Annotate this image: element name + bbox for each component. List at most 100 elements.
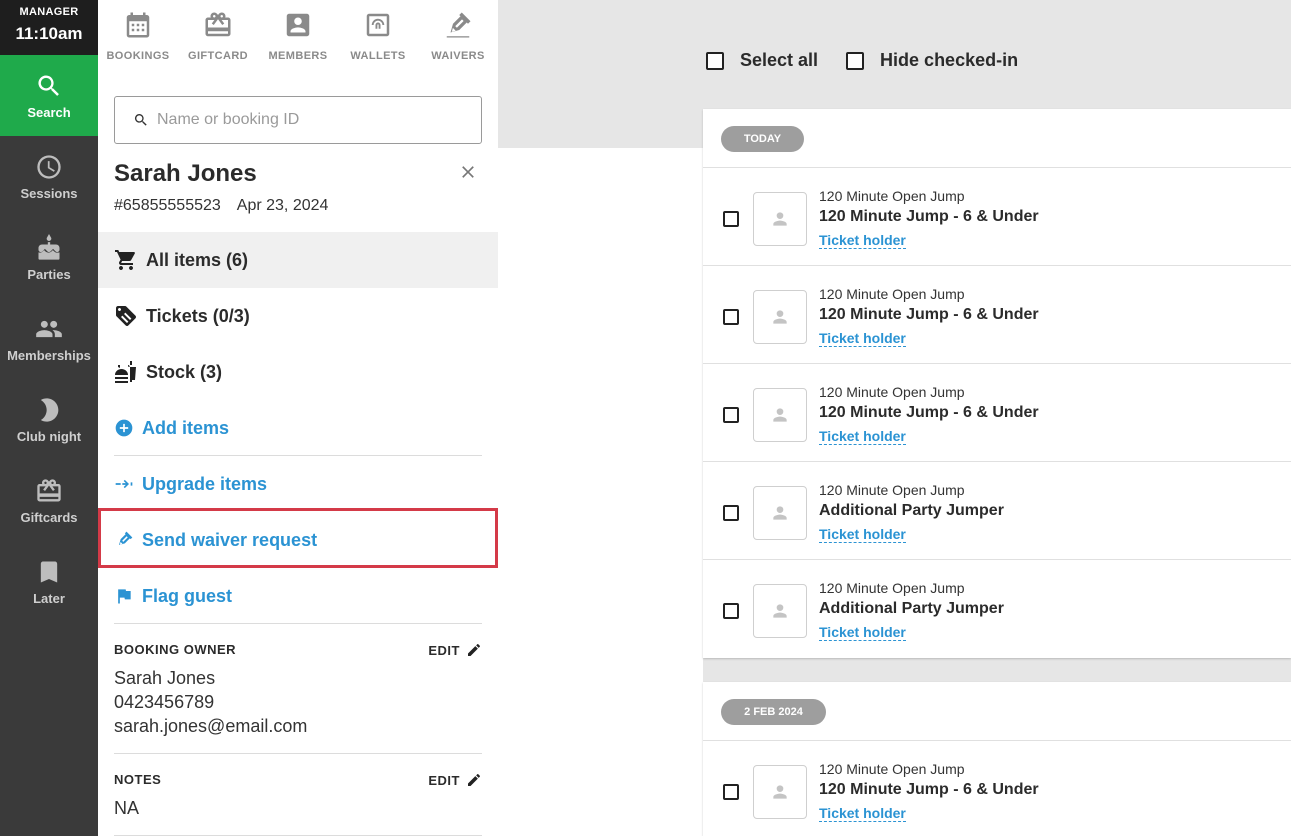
pencil-icon	[468, 644, 480, 656]
pen-icon	[119, 531, 133, 545]
ticket-row-checkbox[interactable]	[723, 309, 739, 325]
ticket-row-checkbox[interactable]	[723, 603, 739, 619]
add-items-button[interactable]: Add items	[114, 400, 482, 456]
send-waiver-request-button[interactable]: Send waiver request	[114, 512, 482, 568]
clock-icon	[37, 154, 61, 179]
ticket-row-checkbox[interactable]	[723, 505, 739, 521]
booking-panel: BOOKINGS GIFTCARD MEMBERS WALLETS WAIVER…	[98, 0, 498, 836]
category-tickets[interactable]: Tickets (0/3)	[98, 288, 498, 344]
nav-item-parties[interactable]: Parties	[0, 217, 98, 298]
ticket-row-checkbox[interactable]	[723, 211, 739, 227]
nav-item-label: Parties	[27, 266, 71, 282]
avatar[interactable]	[753, 486, 807, 540]
nav-item-sessions[interactable]: Sessions	[0, 136, 98, 217]
divider	[114, 753, 482, 754]
ticket-row-checkbox[interactable]	[723, 784, 739, 800]
ticket-icon	[116, 306, 136, 326]
hide-checked-in-checkbox[interactable]: Hide checked-in	[846, 50, 1018, 71]
tab-label: WALLETS	[350, 50, 406, 62]
avatar[interactable]	[753, 388, 807, 442]
person-icon	[773, 604, 787, 618]
ticket-holder-link[interactable]: Ticket holder	[819, 232, 906, 249]
select-all-checkbox[interactable]: Select all	[706, 50, 818, 71]
checkbox-label: Select all	[740, 50, 819, 70]
nav-item-giftcards[interactable]: Giftcards	[0, 460, 98, 541]
ticket-holder-link[interactable]: Ticket holder	[819, 624, 906, 641]
tab-label: BOOKINGS	[106, 50, 170, 62]
avatar[interactable]	[753, 192, 807, 246]
ticket-name: Additional Party Jumper	[819, 600, 1004, 617]
gift-icon	[37, 478, 61, 501]
avatar[interactable]	[753, 765, 807, 819]
avatar[interactable]	[753, 290, 807, 344]
ticket-row: 120 Minute Open Jump 120 Minute Jump - 6…	[703, 167, 1291, 265]
search-box	[114, 96, 482, 144]
avatar[interactable]	[753, 584, 807, 638]
tab-wallets[interactable]: WALLETS	[338, 0, 418, 80]
category-label: Tickets (0/3)	[146, 305, 250, 326]
category-all-items[interactable]: All items (6)	[98, 232, 498, 288]
nav-item-memberships[interactable]: Memberships	[0, 298, 98, 379]
ticket-holder-link[interactable]: Ticket holder	[819, 428, 906, 445]
ticket-name: Additional Party Jumper	[819, 502, 1004, 519]
booking-owner-header: BOOKING OWNER EDIT	[114, 642, 482, 658]
tab-label: GIFTCARD	[187, 50, 249, 62]
close-icon	[462, 166, 474, 178]
nav-item-club-night[interactable]: Club night	[0, 379, 98, 460]
session-name: 120 Minute Open Jump	[819, 761, 965, 777]
search-input[interactable]	[157, 111, 457, 129]
nav-item-later[interactable]: Later	[0, 541, 98, 622]
tab-waivers[interactable]: WAIVERS	[418, 0, 498, 80]
ticket-holder-link[interactable]: Ticket holder	[819, 805, 906, 822]
list-toolbar: Select all Hide checked-in	[706, 50, 1046, 71]
edit-notes-button[interactable]: EDIT	[428, 772, 482, 788]
content-background	[498, 148, 703, 836]
owner-name: Sarah Jones	[114, 668, 216, 688]
booking-meta: #65855555523 Apr 23, 2024	[114, 197, 328, 215]
edit-owner-button[interactable]: EDIT	[428, 642, 482, 658]
date-badge: 2 FEB 2024	[721, 699, 826, 725]
pen-icon	[446, 12, 471, 38]
ticket-holder-link[interactable]: Ticket holder	[819, 330, 906, 347]
close-booking-button[interactable]	[458, 162, 478, 182]
category-stock[interactable]: Stock (3)	[98, 344, 498, 400]
ticket-name: 120 Minute Jump - 6 & Under	[819, 781, 1039, 798]
nav-item-label: Sessions	[20, 185, 78, 201]
booking-guest-name: Sarah Jones	[114, 160, 257, 187]
nav-header: MANAGER 11:10am	[0, 0, 98, 55]
upgrade-items-button[interactable]: Upgrade items	[114, 456, 482, 512]
ticket-row-checkbox[interactable]	[723, 407, 739, 423]
flag-guest-button[interactable]: Flag guest	[114, 568, 482, 624]
tab-members[interactable]: MEMBERS	[258, 0, 338, 80]
person-icon	[773, 408, 787, 422]
user-role: MANAGER	[19, 6, 79, 18]
action-label: Add items	[142, 417, 230, 438]
tab-giftcard[interactable]: GIFTCARD	[178, 0, 258, 80]
ticket-row: 120 Minute Open Jump Additional Party Ju…	[703, 559, 1291, 657]
upgrade-icon	[115, 479, 133, 489]
category-label: Stock (3)	[146, 361, 223, 382]
session-name: 120 Minute Open Jump	[819, 482, 965, 498]
action-label: Send waiver request	[142, 529, 318, 550]
gift-icon	[205, 12, 231, 37]
ticket-row: 120 Minute Open Jump 120 Minute Jump - 6…	[703, 265, 1291, 363]
checkbox-label: Hide checked-in	[880, 50, 1019, 70]
calendar-icon	[126, 12, 150, 38]
tab-bookings[interactable]: BOOKINGS	[98, 0, 178, 80]
member-card-icon	[286, 13, 310, 37]
ticket-row: 120 Minute Open Jump 120 Minute Jump - 6…	[703, 740, 1291, 836]
ticket-name: 120 Minute Jump - 6 & Under	[819, 306, 1039, 323]
booking-date: Apr 23, 2024	[236, 197, 329, 214]
ticket-holder-link[interactable]: Ticket holder	[819, 526, 906, 543]
session-name: 120 Minute Open Jump	[819, 384, 965, 400]
tab-label: WAIVERS	[431, 50, 485, 62]
booking-id: #65855555523	[114, 197, 221, 214]
owner-email: sarah.jones@email.com	[114, 716, 308, 736]
action-label: Flag guest	[142, 585, 233, 606]
search-icon	[38, 75, 59, 96]
nav-item-search[interactable]: Search	[0, 55, 98, 136]
ticket-name: 120 Minute Jump - 6 & Under	[819, 404, 1039, 421]
section-title: NOTES	[114, 772, 162, 787]
nav-item-label: Giftcards	[20, 509, 78, 525]
action-label: Upgrade items	[142, 473, 268, 494]
